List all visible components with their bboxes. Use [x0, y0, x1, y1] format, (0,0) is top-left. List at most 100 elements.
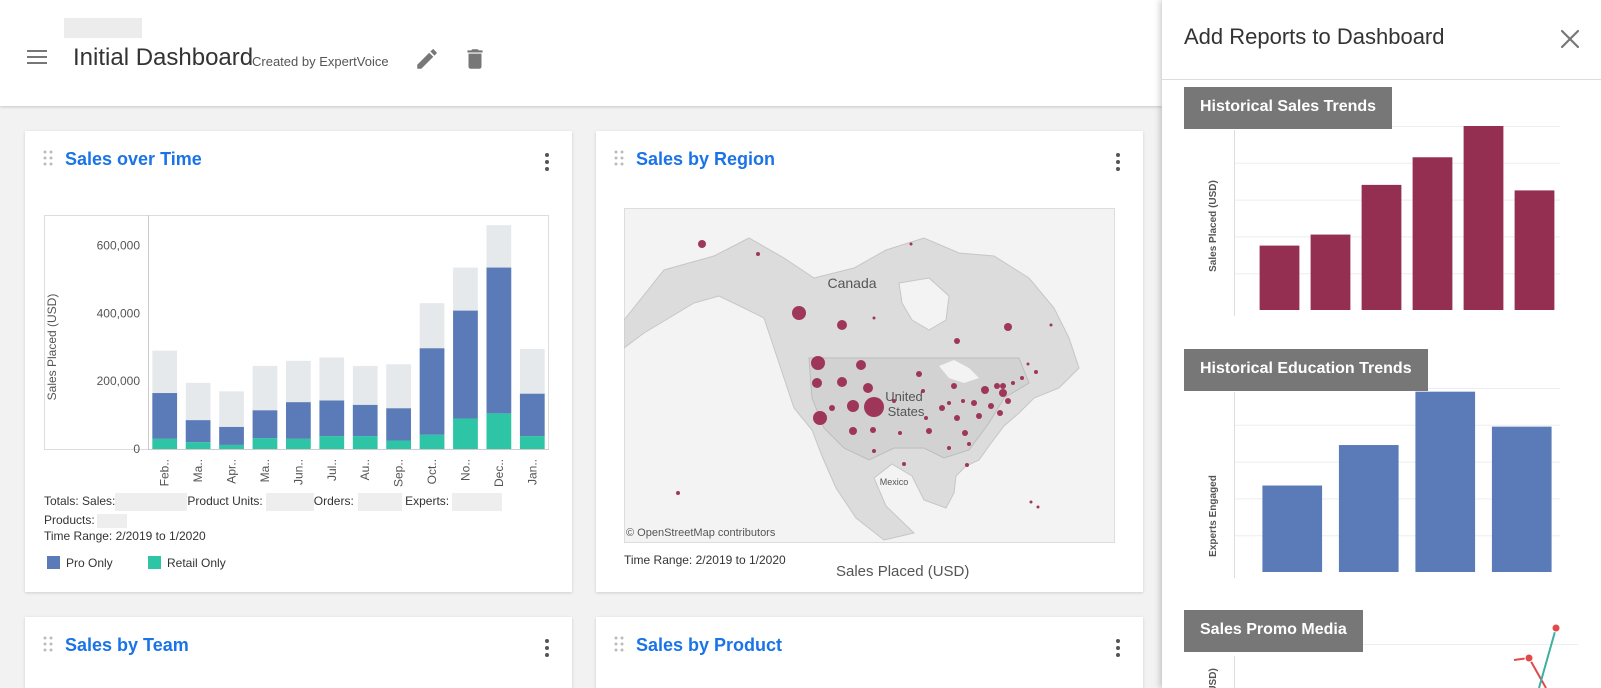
more-options-button[interactable] [1111, 637, 1125, 659]
historical-education-trends-preview[interactable]: Experts Engaged [1184, 384, 1578, 580]
map-sales-marker[interactable] [872, 449, 876, 453]
card-title[interactable]: Sales by Product [636, 635, 782, 656]
map-sales-marker[interactable] [1011, 381, 1015, 385]
bar-retail-only[interactable] [152, 438, 178, 449]
edit-button[interactable] [414, 46, 440, 72]
map-sales-marker[interactable] [916, 371, 922, 377]
bar-pro-only[interactable] [519, 393, 545, 437]
bar-retail-only[interactable] [252, 438, 278, 449]
map-sales-marker[interactable] [863, 383, 873, 393]
map-sales-marker[interactable] [1049, 323, 1053, 327]
bar-retail-only[interactable] [352, 436, 378, 449]
map-sales-marker[interactable] [813, 411, 827, 425]
more-options-button[interactable] [540, 151, 554, 173]
map-sales-marker[interactable] [981, 386, 989, 394]
map-sales-marker[interactable] [951, 383, 957, 389]
delete-button[interactable] [462, 46, 488, 72]
map-sales-marker[interactable] [811, 356, 825, 370]
bar-retail-only[interactable] [419, 434, 445, 449]
report-historical-education-trends[interactable]: Historical Education Trends [1184, 349, 1428, 391]
card-title[interactable]: Sales over Time [65, 149, 202, 170]
map-sales-marker[interactable] [1000, 383, 1006, 389]
map-sales-marker[interactable] [676, 491, 680, 495]
map-sales-marker[interactable] [872, 316, 876, 320]
map-sales-marker[interactable] [1034, 370, 1038, 374]
map-sales-marker[interactable] [961, 399, 965, 403]
bar-pro-only[interactable] [152, 393, 178, 439]
card-title[interactable]: Sales by Region [636, 149, 775, 170]
legend-pro-only[interactable]: Pro Only [47, 556, 113, 570]
map-sales-marker[interactable] [864, 397, 884, 417]
map-sales-marker[interactable] [924, 416, 928, 420]
historical-sales-trends-preview[interactable]: Sales Placed (USD) [1184, 122, 1578, 318]
sales-region-map[interactable]: Canada United States Mexico © OpenStreet… [624, 208, 1115, 543]
map-sales-marker[interactable] [837, 320, 847, 330]
card-title[interactable]: Sales by Team [65, 635, 189, 656]
bar-retail-only[interactable] [185, 442, 211, 449]
drag-handle-icon[interactable] [613, 149, 625, 167]
bar-pro-only[interactable] [486, 267, 512, 414]
map-sales-marker[interactable] [698, 240, 706, 248]
report-sales-promo-media[interactable]: Sales Promo Media [1184, 610, 1363, 652]
map-sales-marker[interactable] [954, 338, 960, 344]
bar-retail-only[interactable] [519, 436, 545, 449]
map-sales-marker[interactable] [994, 383, 1000, 389]
map-sales-marker[interactable] [947, 401, 951, 405]
map-sales-marker[interactable] [947, 446, 951, 450]
map-sales-marker[interactable] [1026, 362, 1030, 366]
bar-retail-only[interactable] [486, 413, 512, 449]
bar-pro-only[interactable] [286, 402, 311, 439]
map-sales-marker[interactable] [988, 403, 994, 409]
bar-pro-only[interactable] [252, 410, 278, 439]
map-sales-marker[interactable] [926, 428, 932, 434]
map-sales-marker[interactable] [812, 378, 822, 388]
sales-trend-bar [1361, 184, 1402, 310]
drag-handle-icon[interactable] [42, 635, 54, 653]
map-sales-marker[interactable] [902, 462, 906, 466]
more-options-button[interactable] [1111, 151, 1125, 173]
bar-pro-only[interactable] [319, 400, 345, 437]
map-sales-marker[interactable] [999, 389, 1007, 397]
map-sales-marker[interactable] [756, 252, 760, 256]
map-sales-marker[interactable] [965, 463, 969, 467]
map-sales-marker[interactable] [1004, 323, 1012, 331]
map-sales-marker[interactable] [971, 400, 977, 406]
map-sales-marker[interactable] [939, 405, 945, 411]
bar-pro-only[interactable] [419, 348, 445, 435]
bar-retail-only[interactable] [386, 440, 411, 449]
map-sales-marker[interactable] [954, 415, 960, 421]
map-sales-marker[interactable] [1036, 505, 1040, 509]
bar-pro-only[interactable] [453, 310, 478, 419]
map-sales-marker[interactable] [997, 410, 1003, 416]
bar-pro-only[interactable] [185, 420, 211, 443]
map-sales-marker[interactable] [976, 413, 982, 419]
drag-handle-icon[interactable] [613, 635, 625, 653]
close-button[interactable] [1557, 26, 1583, 52]
bar-pro-only[interactable] [386, 408, 411, 441]
map-sales-marker[interactable] [849, 427, 857, 435]
map-sales-marker[interactable] [1005, 398, 1011, 404]
map-sales-marker[interactable] [847, 400, 859, 412]
bar-pro-only[interactable] [219, 426, 244, 445]
map-sales-marker[interactable] [909, 242, 913, 246]
drag-handle-icon[interactable] [42, 149, 54, 167]
bar-retail-only[interactable] [219, 444, 244, 449]
legend-retail-only[interactable]: Retail Only [148, 556, 226, 570]
bar-retail-only[interactable] [453, 418, 478, 449]
map-sales-marker[interactable] [962, 430, 968, 436]
more-options-button[interactable] [540, 637, 554, 659]
map-sales-marker[interactable] [1020, 376, 1024, 380]
map-sales-marker[interactable] [837, 377, 847, 387]
bar-retail-only[interactable] [286, 438, 311, 449]
map-sales-marker[interactable] [967, 442, 971, 446]
menu-button[interactable] [24, 46, 50, 72]
bar-retail-only[interactable] [319, 436, 345, 449]
map-sales-marker[interactable] [870, 427, 876, 433]
report-historical-sales-trends[interactable]: Historical Sales Trends [1184, 87, 1393, 129]
map-sales-marker[interactable] [792, 306, 806, 320]
map-sales-marker[interactable] [856, 360, 866, 370]
map-sales-marker[interactable] [898, 431, 902, 435]
bar-pro-only[interactable] [352, 404, 378, 437]
map-sales-marker[interactable] [1029, 500, 1033, 504]
map-sales-marker[interactable] [829, 405, 835, 411]
